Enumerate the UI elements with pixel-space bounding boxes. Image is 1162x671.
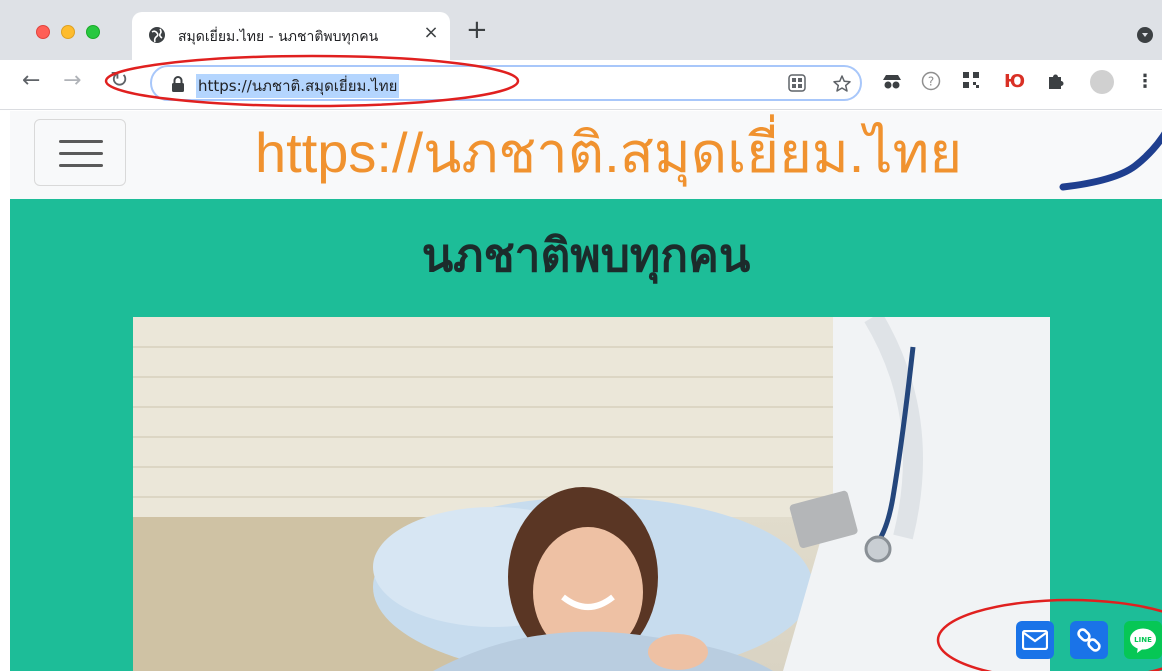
close-window-button[interactable] [36,25,50,39]
main-section: นภชาติพบทุกคน [10,199,1162,671]
minimize-window-button[interactable] [61,25,75,39]
mail-icon [1022,630,1048,650]
reload-button[interactable]: ↻ [110,69,128,93]
profile-avatar[interactable] [1090,70,1114,94]
new-tab-button[interactable]: + [466,17,488,43]
browser-tabstrip: สมุดเยี่ยม.ไทย - นภชาติพบทุกคน × + [0,0,1162,60]
bookmark-star-icon[interactable] [832,74,852,94]
line-icon: LINE [1130,628,1156,653]
close-tab-button[interactable]: × [420,22,442,43]
browser-toolbar: ← → ↻ https://นภชาติ.สมุดเยี่ยม.ไทย [0,60,1162,110]
page-title: นภชาติพบทุกคน [421,228,751,282]
qr-extension-icon[interactable] [962,71,980,89]
qr-code-icon[interactable] [788,74,806,92]
menu-toggle-button[interactable] [34,119,126,186]
address-bar[interactable]: https://นภชาติ.สมุดเยี่ยม.ไทย [150,65,862,101]
line-label: LINE [1134,636,1152,644]
more-icon[interactable]: ⋮ [1136,71,1154,93]
maximize-window-button[interactable] [86,25,100,39]
site-url-banner: https://นภชาติ.สมุดเยี่ยม.ไทย [255,121,963,184]
spy-icon[interactable] [880,71,904,93]
url-text[interactable]: https://นภชาติ.สมุดเยี่ยม.ไทย [196,74,400,98]
copy-link-button[interactable] [1070,621,1108,659]
tab-search-icon[interactable] [1137,27,1153,43]
tab-title: สมุดเยี่ยม.ไทย - นภชาติพบทุกคน [178,29,379,45]
hero-photo [133,317,1050,671]
back-button[interactable]: ← [22,69,40,93]
site-navbar: https://นภชาติ.สมุดเยี่ยม.ไทย [10,111,1162,199]
lock-icon[interactable] [171,76,185,92]
share-line-button[interactable]: LINE [1124,621,1162,659]
help-circle-icon[interactable]: ? [921,71,941,91]
globe-icon [149,27,165,43]
yu-extension-icon[interactable]: Ю [1004,71,1025,93]
patient-doctor-photo [133,317,1050,671]
forward-button[interactable]: → [63,69,81,93]
puzzle-icon[interactable] [1046,71,1066,91]
browser-tab[interactable]: สมุดเยี่ยม.ไทย - นภชาติพบทุกคน × [132,12,450,60]
link-icon [1077,628,1101,652]
share-mail-button[interactable] [1016,621,1054,659]
annotation-arrow-icon [1059,131,1162,191]
help-glyph: ? [928,75,934,89]
